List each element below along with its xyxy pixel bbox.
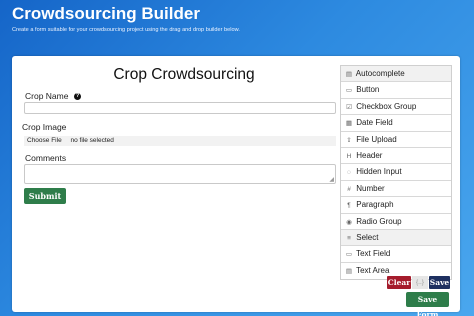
hidden-icon: ◌ xyxy=(347,169,351,177)
palette-item-label: Date Field xyxy=(356,118,393,128)
submit-button[interactable]: Submit xyxy=(24,188,66,204)
palette-item-paragraph[interactable]: ¶ Paragraph xyxy=(341,197,451,214)
palette-item-file-upload[interactable]: ⇪ File Upload xyxy=(341,132,451,148)
palette-item-button[interactable]: ▭ Button xyxy=(341,82,451,99)
button-icon: ▭ xyxy=(345,87,353,95)
save-form-button[interactable]: Save Form xyxy=(406,292,449,316)
builder-card: Crop Crowdsourcing Crop Name ? Crop Imag… xyxy=(12,56,460,316)
resize-grip-icon[interactable]: ◢ xyxy=(329,177,334,183)
upload-icon: ⇪ xyxy=(346,136,352,144)
crop-image-file-input[interactable]: Choose File no file selected xyxy=(24,136,336,146)
palette-item-label: Hidden Input xyxy=(356,167,402,177)
crop-name-input[interactable] xyxy=(24,102,336,114)
palette-item-label: Button xyxy=(356,85,380,95)
header-icon: H xyxy=(346,152,352,160)
palette-item-label: Radio Group xyxy=(356,216,402,226)
text-field-icon: ▭ xyxy=(345,251,353,259)
calendar-icon: ▦ xyxy=(345,120,353,128)
save-button[interactable]: Save xyxy=(429,276,450,289)
palette-item-label: Number xyxy=(356,183,385,193)
choose-file-button[interactable]: Choose File xyxy=(24,136,65,146)
palette-item-header[interactable]: H Header xyxy=(341,148,451,165)
palette-item-autocomplete[interactable]: ▤ Autocomplete xyxy=(341,66,451,83)
palette-item-label: File Upload xyxy=(356,134,397,144)
palette-item-radio-group[interactable]: ◉ Radio Group xyxy=(341,214,451,230)
palette-item-text-field[interactable]: ▭ Text Field xyxy=(341,246,451,263)
checkbox-icon: ☑ xyxy=(346,103,352,111)
palette-item-label: Select xyxy=(356,232,379,242)
palette-item-label: Text Field xyxy=(356,249,391,259)
clear-button[interactable]: Clear xyxy=(387,276,411,289)
view-data-button[interactable]: {..} xyxy=(412,276,428,289)
file-status: no file selected xyxy=(70,137,114,144)
text-area-icon: ▤ xyxy=(345,267,353,275)
palette-item-label: Paragraph xyxy=(356,200,394,210)
palette-item-checkbox-group[interactable]: ☑ Checkbox Group xyxy=(341,99,451,116)
palette-item-date-field[interactable]: ▦ Date Field xyxy=(341,115,451,132)
palette-item-select[interactable]: ≡ Select xyxy=(341,229,451,247)
crop-image-label: Crop Image xyxy=(22,122,67,132)
autocomplete-icon: ▤ xyxy=(345,71,353,78)
palette-item-label: Header xyxy=(356,150,383,160)
palette-item-hidden-input[interactable]: ◌ Hidden Input xyxy=(341,164,451,181)
page-header: Crowdsourcing Builder Create a form suit… xyxy=(12,4,240,34)
palette-item-label: Checkbox Group xyxy=(356,101,417,111)
app-title: Crowdsourcing Builder xyxy=(12,4,200,23)
number-icon: # xyxy=(347,185,351,193)
form-title[interactable]: Crop Crowdsourcing xyxy=(104,66,264,84)
crop-name-label: Crop Name xyxy=(25,91,69,101)
palette-item-label: Autocomplete xyxy=(355,69,405,78)
paragraph-icon: ¶ xyxy=(347,202,351,210)
palette-item-number[interactable]: # Number xyxy=(341,181,451,198)
select-icon: ≡ xyxy=(347,234,351,242)
palette-item-label: Text Area xyxy=(356,265,390,275)
comments-label: Comments xyxy=(25,153,67,163)
help-icon[interactable]: ? xyxy=(74,93,81,100)
app-subtitle: Create a form suitable for your crowdsou… xyxy=(12,27,240,33)
comments-textarea[interactable]: ◢ xyxy=(24,164,336,184)
control-palette: ▤ Autocomplete ▭ Button ☑ Checkbox Group ▦ … xyxy=(340,65,452,281)
radio-icon: ◉ xyxy=(346,218,352,226)
